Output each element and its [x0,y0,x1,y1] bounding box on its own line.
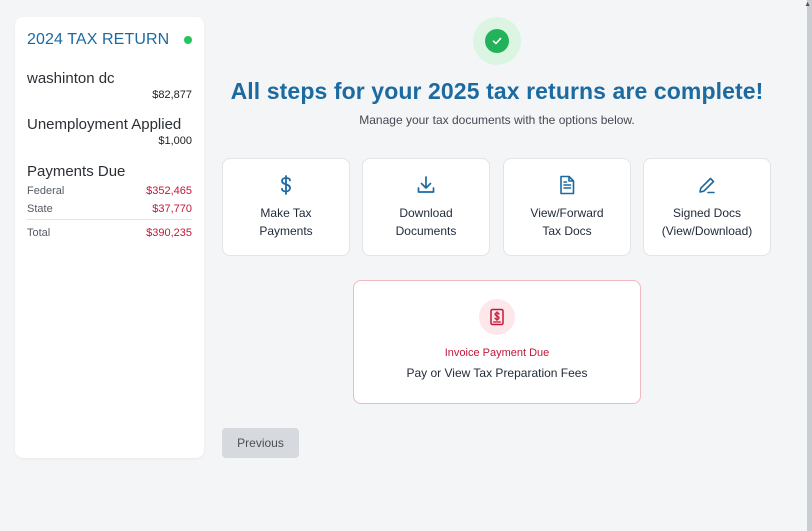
success-badge [473,17,521,65]
card-label-line: (View/Download) [661,224,753,238]
sidebar-title: 2024 TAX RETURN [27,31,170,48]
payment-row-amount: $352,465 [146,184,192,197]
invoice-description: Pay or View Tax Preparation Fees [406,366,588,380]
location-value: $82,877 [152,89,192,101]
payments-divider [27,219,192,220]
total-label: Total [27,226,51,239]
download-documents-card[interactable]: Download Documents [362,158,490,256]
payment-row-amount: $37,770 [152,202,192,215]
check-icon [485,29,509,53]
tax-summary-sidebar: 2024 TAX RETURN washinton dc $82,877 Une… [15,17,204,458]
total-amount: $390,235 [146,226,192,239]
payments-label: Payments Due [27,163,126,180]
card-label-line: View/Forward [530,206,604,220]
invoice-payment-card[interactable]: Invoice Payment Due Pay or View Tax Prep… [353,280,641,404]
page-scrollbar[interactable]: ▲ [804,0,812,531]
payments-block: Payments Due Federal $352,465 State $37,… [27,163,192,240]
card-label-line: Documents [395,224,457,238]
scroll-up-arrow-icon[interactable]: ▲ [804,1,811,8]
card-label-line: Make Tax [260,206,312,220]
card-label: View/Forward Tax Docs [512,204,622,240]
unemployment-value: $1,000 [158,135,192,147]
dollar-icon [276,175,296,195]
payment-row-federal: Federal $352,465 [27,183,192,198]
make-tax-payments-card[interactable]: Make Tax Payments [222,158,350,256]
payment-row-state: State $37,770 [27,201,192,216]
payment-row-label: State [27,202,53,215]
payment-row-total: Total $390,235 [27,225,192,240]
card-label: Signed Docs (View/Download) [652,204,762,240]
card-label: Make Tax Payments [231,204,341,240]
card-label-line: Download [399,206,453,220]
card-label-line: Tax Docs [542,224,592,238]
location-label: washinton dc [27,70,115,87]
invoice-status: Invoice Payment Due [444,347,550,359]
signed-docs-card[interactable]: Signed Docs (View/Download) [643,158,771,256]
location-block: washinton dc $82,877 [27,70,192,101]
status-dot [184,36,192,44]
page-subtitle: Manage your tax documents with the optio… [359,113,635,127]
pencil-icon [696,175,718,195]
document-icon [557,175,577,195]
previous-button[interactable]: Previous [222,428,299,458]
payment-row-label: Federal [27,184,65,197]
receipt-icon [479,299,515,335]
view-forward-tax-docs-card[interactable]: View/Forward Tax Docs [503,158,631,256]
card-label: Download Documents [371,204,481,240]
page-title: All steps for your 2025 tax returns are … [230,78,764,104]
unemployment-block: Unemployment Applied $1,000 [27,116,192,147]
download-icon [415,175,437,195]
card-label-line: Signed Docs [672,206,742,220]
sidebar-header: 2024 TAX RETURN [27,31,192,48]
unemployment-label: Unemployment Applied [27,116,182,133]
card-label-line: Payments [259,224,313,238]
scrollbar-thumb[interactable] [807,0,812,531]
